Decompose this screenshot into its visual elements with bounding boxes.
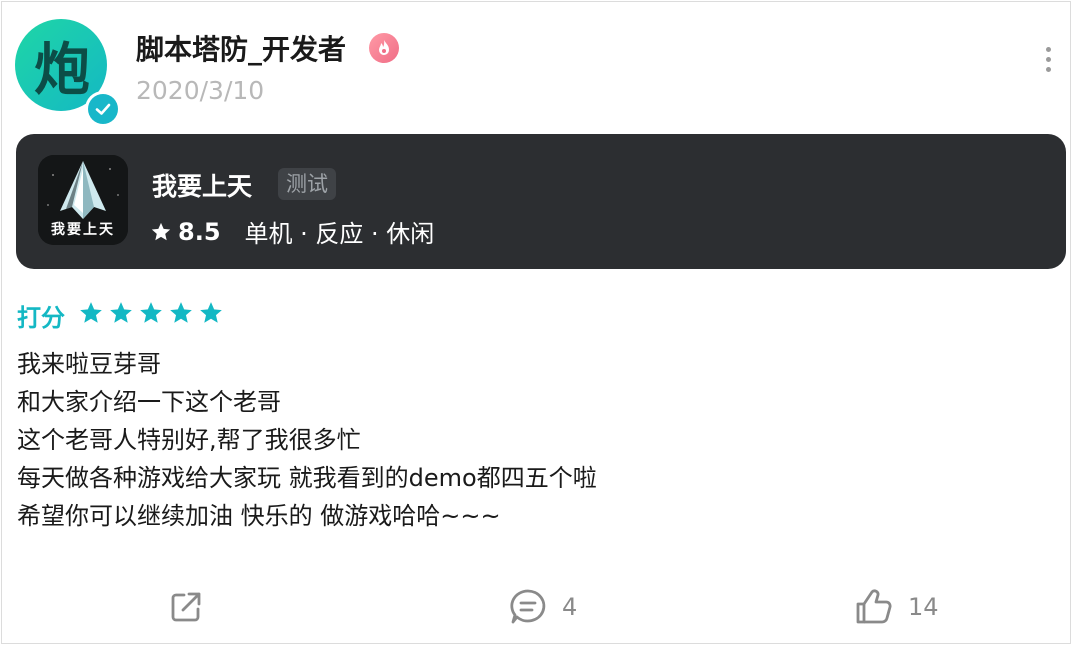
thumbs-up-icon [856,589,892,624]
review-line: 我来啦豆芽哥 [17,350,161,378]
review-line: 希望你可以继续加油 快乐的 做游戏哈哈~~~ [17,502,501,530]
game-rating: 8.5 [178,217,221,246]
avatar[interactable]: 炮 [15,19,121,127]
more-dot-icon [1045,46,1051,52]
comment-count: 4 [562,593,578,621]
game-genres: 单机 · 反应 · 休闲 [244,220,435,248]
like-button[interactable]: 14 [854,585,939,629]
star-icon [170,302,192,323]
star-icon [140,302,162,323]
star-icon [151,222,171,240]
post-date: 2020/3/10 [136,76,265,105]
comment-icon [510,589,546,624]
game-tag-badge: 测试 [278,168,336,200]
review-line: 和大家介绍一下这个老哥 [17,388,281,416]
star-icon [110,302,132,323]
comment-button[interactable]: 4 [508,585,577,629]
game-card[interactable]: 我要上天 我要上天 测试 8.5 单机 · 反应 · 休闲 [16,134,1066,269]
game-icon-label: 我要上天 [51,222,115,238]
star-icon [80,302,102,323]
like-count: 14 [908,593,939,621]
verified-check-icon [85,91,121,127]
game-name: 我要上天 [152,172,253,201]
more-dot-icon [1045,66,1051,72]
rating-stars [78,300,224,326]
more-dot-icon [1045,56,1051,62]
game-rocket-icon: 我要上天 [38,155,128,245]
developer-flame-icon [369,33,399,63]
more-options-button[interactable] [1036,44,1060,74]
review-line: 每天做各种游戏给大家玩 就我看到的demo都四五个啦 [17,464,597,492]
review-line: 这个老哥人特别好,帮了我很多忙 [17,426,361,454]
rating-label: 打分 [17,304,65,332]
share-icon [171,592,201,622]
review-card: 炮 脚本塔防_开发者 2020/3/10 我要上天 我要上天 测试 8.5 单机… [1,1,1071,644]
game-meta: 8.5 单机 · 反应 · 休闲 [150,214,434,249]
star-icon [200,302,222,323]
review-body: 我来啦豆芽哥 和大家介绍一下这个老哥 这个老哥人特别好,帮了我很多忙 每天做各种… [17,345,597,535]
share-button[interactable] [166,585,206,629]
author-name[interactable]: 脚本塔防_开发者 [136,28,346,68]
